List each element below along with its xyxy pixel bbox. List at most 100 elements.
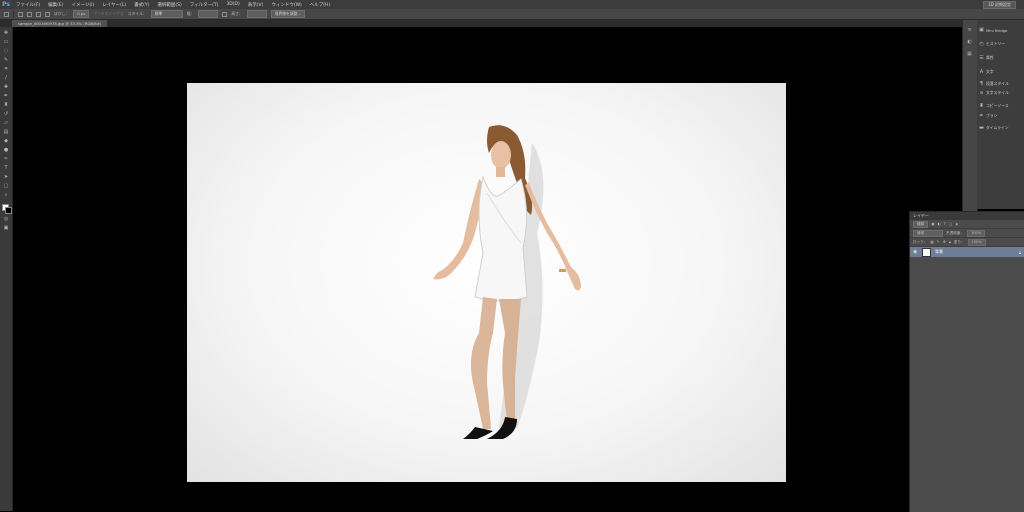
lock-fill-row: ロック： ▦ ✎ ✥ 🔒︎ 塗り： 100% <box>910 238 1024 247</box>
antialias-checkbox[interactable]: アンチエイリアス <box>93 11 123 17</box>
brush-icon: ✒ <box>979 112 984 119</box>
dock-item-brush[interactable]: ✒ ブラシ <box>979 112 997 120</box>
mini-bridge-icon: ▣ <box>979 26 984 33</box>
dock-item-properties[interactable]: ☰ 属性 <box>979 54 993 62</box>
layer-row-background[interactable]: ◉ 背景 🔒︎ <box>910 247 1024 257</box>
menu-view[interactable]: 表示(V) <box>244 2 268 8</box>
blend-opacity-row: 通常 不透明度： 100% <box>910 229 1024 238</box>
dock-item-paragraph-style[interactable]: ¶ 段落スタイル <box>979 80 1009 88</box>
menu-bar: Ps ファイル(F) 編集(E) イメージ(I) レイヤー(L) 書式(Y) 選… <box>0 0 1024 9</box>
properties-icon: ☰ <box>979 54 984 61</box>
character-style-icon: ¶ <box>979 80 984 87</box>
character-icon: A <box>979 68 984 75</box>
healing-brush-tool-icon[interactable]: ✚ <box>3 85 9 90</box>
pen-tool-icon[interactable]: ✑ <box>3 157 9 162</box>
tools-panel: ✥ ▭ ◌ ✎ ⌗ / ✚ ✒ ♜ ↺ ▱ ▤ ◆ ● ✑ T ➤ ▢ ⌕ ◎ … <box>0 27 13 511</box>
height-input[interactable] <box>246 10 267 18</box>
quick-mask-icon[interactable]: ◎ <box>3 217 9 222</box>
gradient-tool-icon[interactable]: ▤ <box>3 130 9 135</box>
menu-help[interactable]: ヘルプ(H) <box>306 2 334 8</box>
blur-tool-icon[interactable]: ◆ <box>3 139 9 144</box>
eraser-tool-icon[interactable]: ▱ <box>3 121 9 126</box>
move-tool-icon[interactable]: ✥ <box>3 31 9 36</box>
dock-item-label: 文字 <box>986 69 994 74</box>
subtract-selection-icon[interactable] <box>36 11 41 17</box>
eyedropper-tool-icon[interactable]: / <box>3 76 9 81</box>
menu-window[interactable]: ウィンドウ(W) <box>267 2 305 8</box>
filter-adjust-icon[interactable]: ◐ <box>938 222 941 226</box>
menu-layer[interactable]: レイヤー(L) <box>98 2 130 8</box>
lasso-tool-icon[interactable]: ◌ <box>3 49 9 54</box>
photo-image <box>187 83 786 482</box>
menu-image[interactable]: イメージ(I) <box>67 2 98 8</box>
layers-panel-title[interactable]: レイヤー <box>910 212 1024 220</box>
dodge-tool-icon[interactable]: ● <box>3 148 9 153</box>
layers-panel: レイヤー 種類 ▣ ◐ T ▢ ◈ 通常 不透明度： 100% ロック： ▦ ✎… <box>909 211 1024 512</box>
dock-item-history[interactable]: ◴ ヒストリー <box>979 40 1005 48</box>
width-label: 幅： <box>186 11 195 16</box>
dock-item-character-style[interactable]: a 文字スタイル <box>979 89 1009 97</box>
swap-icon[interactable] <box>222 11 228 17</box>
right-dock: ▣ Mini Bridge ◴ ヒストリー ☰ 属性 A 文字 ¶ 段落スタイル a 文字ス… <box>977 20 1024 209</box>
opacity-label: 不透明度： <box>946 230 964 235</box>
marquee-tool-icon[interactable]: ▭ <box>3 40 9 45</box>
dock-item-label: ブラシ <box>986 113 998 118</box>
document-tab-bar: sample_00016f0978.jpg @ 33.3% (RGB/8#) <box>0 20 962 27</box>
fill-input[interactable]: 100% <box>967 238 986 246</box>
type-tool-icon[interactable]: T <box>3 166 9 171</box>
clone-stamp-tool-icon[interactable]: ♜ <box>3 103 9 108</box>
feather-label: ぼかし： <box>54 11 70 16</box>
history-brush-tool-icon[interactable]: ↺ <box>3 112 9 117</box>
lock-all-icon[interactable]: 🔒︎ <box>949 240 951 244</box>
filter-type-icon[interactable]: T <box>944 222 946 226</box>
lock-image-icon[interactable]: ✎ <box>937 240 940 244</box>
workspace-switcher[interactable]: 3D 初期設定 <box>983 1 1016 9</box>
menu-3d[interactable]: 3D(D) <box>222 2 243 7</box>
document-canvas[interactable] <box>13 27 962 511</box>
filter-shape-icon[interactable]: ▢ <box>949 222 952 226</box>
visibility-eye-icon[interactable]: ◉ <box>913 249 918 255</box>
separator <box>13 10 14 18</box>
screen-mode-icon[interactable]: ▣ <box>3 226 9 231</box>
filter-pixel-icon[interactable]: ▣ <box>931 222 934 226</box>
zoom-tool-icon[interactable]: ⌕ <box>3 193 9 198</box>
document-tab[interactable]: sample_00016f0978.jpg @ 33.3% (RGB/8#) <box>12 20 108 27</box>
add-selection-icon[interactable] <box>27 11 32 17</box>
opacity-input[interactable]: 100% <box>966 229 986 237</box>
style-select[interactable]: 標準 <box>150 10 183 18</box>
lock-transparency-icon[interactable]: ▦ <box>930 240 933 244</box>
path-select-tool-icon[interactable]: ➤ <box>3 175 9 180</box>
dock-item-label: Mini Bridge <box>986 27 1008 33</box>
background-color-swatch[interactable] <box>5 207 12 214</box>
crop-tool-icon[interactable]: ⌗ <box>3 67 9 72</box>
dock-item-label: 段落スタイル <box>986 81 1009 86</box>
dock-item-character[interactable]: A 文字 <box>979 68 994 76</box>
brush-tool-icon[interactable]: ✒ <box>3 94 9 99</box>
lock-position-icon[interactable]: ✥ <box>943 240 946 244</box>
layer-thumbnail <box>922 247 931 257</box>
menu-edit[interactable]: 編集(E) <box>44 2 67 8</box>
layers-filter-row: 種類 ▣ ◐ T ▢ ◈ <box>910 220 1024 229</box>
menu-select[interactable]: 選択範囲(S) <box>153 2 185 8</box>
panel-toggle-icon[interactable]: ≡ <box>966 28 973 33</box>
menu-filter[interactable]: フィルター(T) <box>186 2 223 8</box>
menu-file[interactable]: ファイル(F) <box>12 2 44 8</box>
dock-item-timeline[interactable]: ▬ タイムライン <box>979 124 1008 132</box>
filter-smart-icon[interactable]: ◈ <box>955 222 958 226</box>
menu-type[interactable]: 書式(Y) <box>130 2 153 8</box>
width-input[interactable] <box>198 10 219 18</box>
intersect-selection-icon[interactable] <box>45 11 50 17</box>
new-selection-icon[interactable] <box>18 11 23 17</box>
refine-edge-button[interactable]: 境界線を調整... <box>270 10 306 18</box>
quick-select-tool-icon[interactable]: ✎ <box>3 58 9 63</box>
blend-mode-select[interactable]: 通常 <box>913 229 943 237</box>
swatches-panel-icon[interactable]: ▦ <box>966 52 973 57</box>
dock-item-clone-source[interactable]: ♜ コピーソース <box>979 102 1008 110</box>
layer-filter-select[interactable]: 種類 <box>913 220 929 228</box>
feather-input[interactable]: 0 px <box>73 10 90 18</box>
marquee-preset-icon[interactable] <box>4 11 9 17</box>
color-panel-icon[interactable]: ◐ <box>966 40 973 45</box>
options-bar: ぼかし： 0 px アンチエイリアス スタイル： 標準 幅： 高さ： 境界線を調… <box>0 9 1024 20</box>
shape-tool-icon[interactable]: ▢ <box>3 184 9 189</box>
dock-item-mini-bridge[interactable]: ▣ Mini Bridge <box>979 26 1007 34</box>
